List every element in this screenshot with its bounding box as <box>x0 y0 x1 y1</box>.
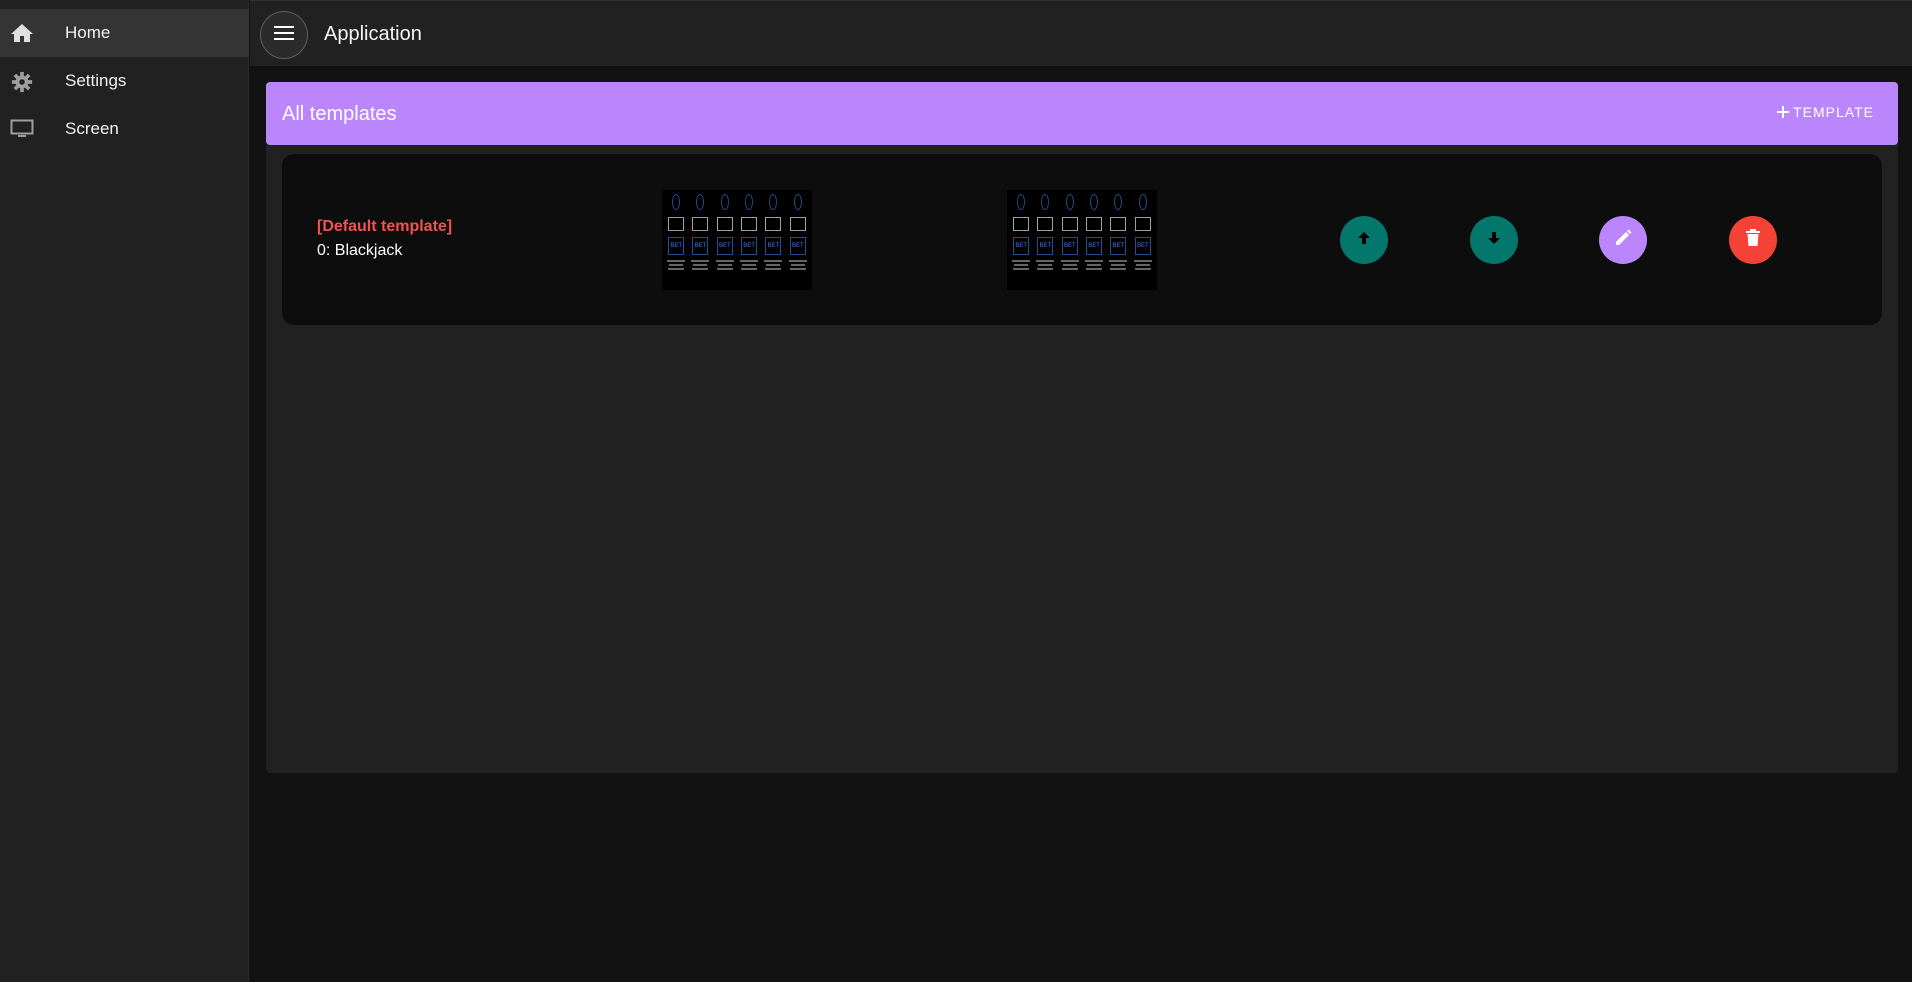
sidebar: Home Settings Screen <box>0 0 249 982</box>
thumb-column: BET <box>1060 192 1080 288</box>
sidebar-item-label: Screen <box>65 119 119 138</box>
pencil-icon <box>1613 228 1633 253</box>
thumb-column: BET <box>690 192 710 288</box>
edit-button[interactable] <box>1599 216 1647 264</box>
panel-title: All templates <box>282 103 397 125</box>
arrow-up-icon <box>1356 230 1372 251</box>
thumb-bet-label: BET <box>668 237 685 255</box>
thumb-bet-label: BET <box>1086 237 1103 255</box>
add-template-button[interactable]: TEMPLATE <box>1777 104 1874 120</box>
thumb-column: BET <box>1084 192 1104 288</box>
thumb-column: BET <box>739 192 759 288</box>
template-name: 0: Blackjack <box>317 242 403 259</box>
panel-header: All templates TEMPLATE <box>266 82 1898 145</box>
sidebar-item-settings[interactable]: Settings <box>0 57 249 105</box>
template-thumbnail: BET BET BET BET BET BET <box>662 190 812 290</box>
thumb-column: BET <box>1035 192 1055 288</box>
app-bar: Application <box>250 0 1912 66</box>
plus-icon <box>1777 105 1790 119</box>
thumb-column: BET <box>788 192 808 288</box>
thumb-bet-label: BET <box>716 237 733 255</box>
thumb-bet-label: BET <box>1134 237 1151 255</box>
thumb-column: BET <box>715 192 735 288</box>
thumb-bet-label: BET <box>1013 237 1030 255</box>
thumb-column: BET <box>666 192 686 288</box>
default-template-tag: [Default template] <box>317 218 453 235</box>
thumb-column: BET <box>1108 192 1128 288</box>
move-up-button[interactable] <box>1340 216 1388 264</box>
trash-icon <box>1745 228 1761 252</box>
sidebar-item-screen[interactable]: Screen <box>0 105 249 153</box>
thumb-column: BET <box>1133 192 1153 288</box>
template-card: [Default template] 0: Blackjack BET BET … <box>282 154 1882 325</box>
sidebar-item-label: Settings <box>65 71 127 90</box>
thumb-bet-label: BET <box>692 237 709 255</box>
thumb-bet-label: BET <box>1110 237 1127 255</box>
templates-panel: All templates TEMPLATE [Default template… <box>266 82 1898 773</box>
add-template-label: TEMPLATE <box>1793 104 1874 120</box>
template-thumbnail: BET BET BET BET BET BET <box>1007 190 1157 290</box>
sidebar-item-label: Home <box>65 23 111 42</box>
home-icon <box>10 23 34 43</box>
hamburger-icon <box>274 25 294 45</box>
gear-icon <box>10 71 34 93</box>
thumb-column: BET <box>1011 192 1031 288</box>
menu-button[interactable] <box>260 11 308 59</box>
delete-button[interactable] <box>1729 216 1777 264</box>
thumb-bet-label: BET <box>1037 237 1054 255</box>
sidebar-item-home[interactable]: Home <box>0 9 249 57</box>
thumb-column: BET <box>763 192 783 288</box>
thumb-bet-label: BET <box>1061 237 1078 255</box>
thumb-bet-label: BET <box>765 237 782 255</box>
app-title: Application <box>324 23 422 45</box>
monitor-icon <box>10 119 34 139</box>
arrow-down-icon <box>1486 230 1502 251</box>
thumb-bet-label: BET <box>789 237 806 255</box>
move-down-button[interactable] <box>1470 216 1518 264</box>
thumb-bet-label: BET <box>741 237 758 255</box>
